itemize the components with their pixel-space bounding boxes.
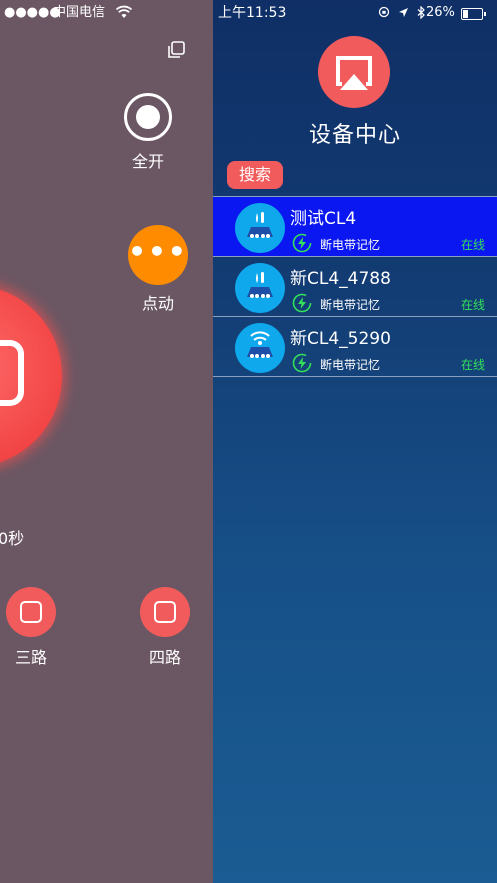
clock: 上午11:53 xyxy=(218,5,287,21)
carrier-name: 中国电信 xyxy=(53,5,106,20)
bolt-icon xyxy=(292,233,312,253)
thermo-socket-icon xyxy=(247,272,273,298)
device-memory-label: 断电带记忆 xyxy=(320,358,381,372)
wifi-icon xyxy=(116,5,132,18)
page-title: 设备中心 xyxy=(308,123,401,148)
main-power-button[interactable] xyxy=(0,285,62,467)
device-name: 新CL4_4788 xyxy=(290,269,391,289)
record-dot-icon xyxy=(136,105,160,129)
jog-button[interactable]: ••• xyxy=(128,225,188,285)
all-on-button[interactable] xyxy=(124,93,172,141)
copy-icon[interactable] xyxy=(166,40,186,60)
device-memory-label: 断电带记忆 xyxy=(320,238,381,252)
channel-4-label: 四路 xyxy=(148,648,181,667)
channel-3-label: 三路 xyxy=(14,648,47,667)
device-name: 测试CL4 xyxy=(290,209,357,229)
orientation-lock-icon xyxy=(378,6,390,18)
square-icon xyxy=(20,601,42,623)
control-panel: ●●●●● 中国电信 全开 ••• 点动 0秒 三路 四路 xyxy=(0,0,213,883)
battery-percent: 26% xyxy=(426,5,455,20)
all-on-label: 全开 xyxy=(131,152,164,171)
bolt-icon xyxy=(292,293,312,313)
status-bar-right: 上午11:53 26% xyxy=(213,0,497,26)
channel-4-button[interactable] xyxy=(140,587,190,637)
device-avatar xyxy=(235,203,285,253)
square-icon xyxy=(154,601,176,623)
device-avatar xyxy=(235,263,285,313)
device-avatar xyxy=(235,323,285,373)
bolt-icon xyxy=(292,353,312,373)
location-icon xyxy=(398,8,408,17)
airplay-logo xyxy=(318,36,390,108)
thermo-socket-icon xyxy=(247,212,273,238)
status-icons xyxy=(378,0,425,26)
status-bar-left: ●●●●● 中国电信 xyxy=(0,0,213,26)
battery-fill xyxy=(463,10,468,18)
battery-icon xyxy=(461,8,486,20)
airplay-icon xyxy=(336,56,372,90)
wifi-socket-icon xyxy=(247,331,273,358)
device-row[interactable]: 测试CL4 断电带记忆 在线 xyxy=(213,196,497,256)
search-button[interactable]: 搜索 xyxy=(227,161,283,189)
device-status: 在线 xyxy=(460,298,485,312)
more-dots-icon: ••• xyxy=(128,235,188,268)
device-memory-label: 断电带记忆 xyxy=(320,298,381,312)
device-row[interactable]: 新CL4_4788 断电带记忆 在线 xyxy=(213,256,497,316)
device-status: 在线 xyxy=(460,238,485,252)
jog-label: 点动 xyxy=(141,294,174,313)
device-name: 新CL4_5290 xyxy=(290,329,391,349)
device-center-drawer: 上午11:53 26% 设备中心 搜索 测试CL4 断电带记忆 在线 新CL4_… xyxy=(213,0,497,883)
bluetooth-icon xyxy=(417,5,425,20)
device-list: 测试CL4 断电带记忆 在线 新CL4_4788 断电带记忆 在线 新CL4_5… xyxy=(213,196,497,377)
channel-3-button[interactable] xyxy=(6,587,56,637)
square-icon xyxy=(0,340,24,406)
seconds-label: 0秒 xyxy=(0,529,25,548)
device-row[interactable]: 新CL4_5290 断电带记忆 在线 xyxy=(213,316,497,377)
device-status: 在线 xyxy=(460,358,485,372)
